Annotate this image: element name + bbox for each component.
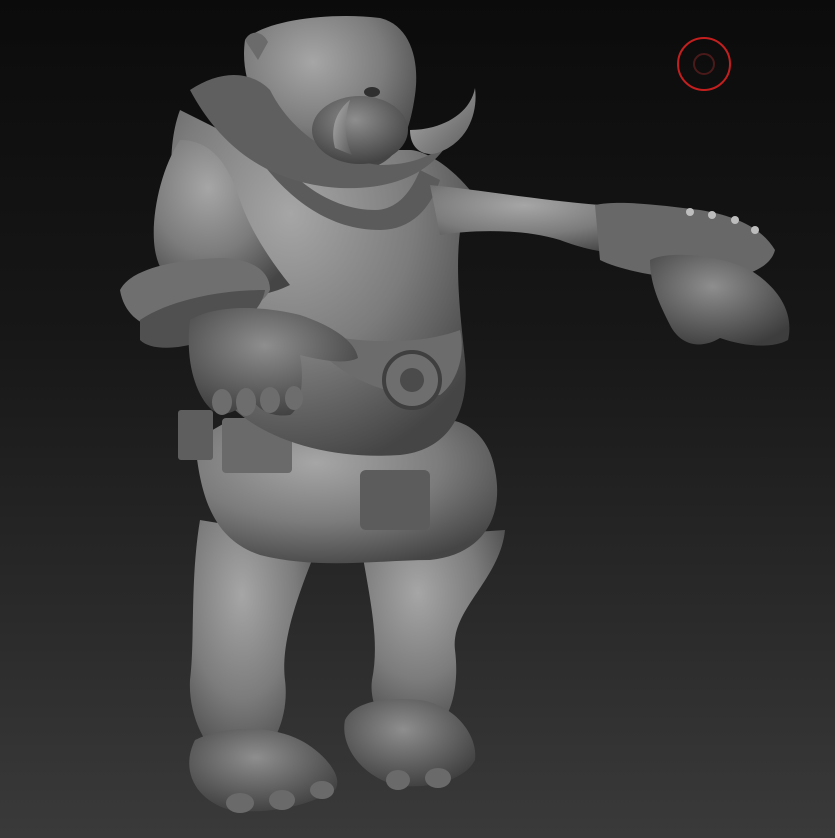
clay-troll-model: [120, 16, 790, 813]
tusk: [410, 88, 476, 154]
eye: [364, 87, 380, 97]
belt-buckle-center: [400, 368, 424, 392]
left-foot: [189, 728, 338, 812]
finger: [236, 388, 256, 416]
left-toe: [269, 790, 295, 810]
bracer-spike: [708, 211, 716, 219]
side-pouch: [178, 410, 213, 460]
extended-hand: [650, 254, 790, 346]
finger: [260, 387, 280, 413]
front-flap: [360, 470, 430, 530]
bracer-spike: [686, 208, 694, 216]
right-toe: [425, 768, 451, 788]
finger: [285, 386, 303, 410]
bracer-spike: [751, 226, 759, 234]
right-toe: [386, 770, 410, 790]
bracer-spike: [731, 216, 739, 224]
snout: [312, 96, 408, 164]
brush-circle-icon: [677, 37, 731, 91]
right-foot: [344, 699, 476, 787]
finger: [212, 389, 232, 415]
sculpt-viewport[interactable]: [0, 0, 835, 838]
left-toe: [310, 781, 334, 799]
left-toe: [226, 793, 254, 813]
